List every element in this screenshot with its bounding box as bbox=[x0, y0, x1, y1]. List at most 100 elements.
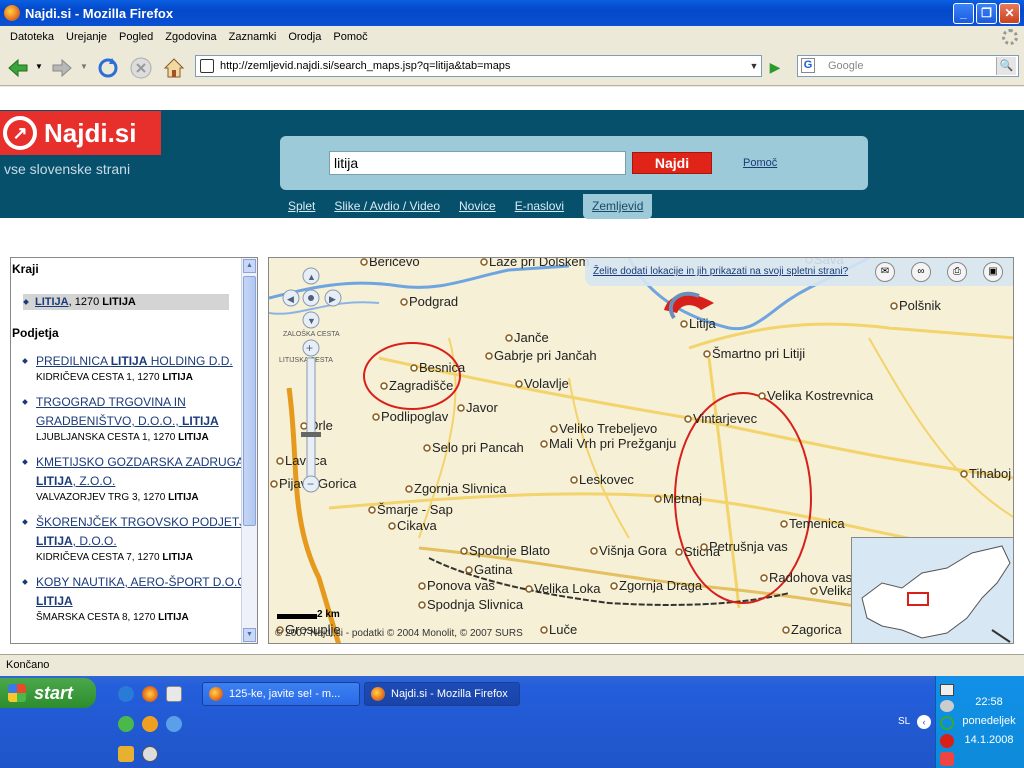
kraj-item[interactable]: LITIJA, 1270 LITIJA bbox=[23, 294, 229, 310]
menu-zgodovina[interactable]: Zgodovina bbox=[159, 31, 222, 43]
tab-splet[interactable]: Splet bbox=[288, 197, 315, 219]
company-item[interactable]: PREDILNICA LITIJA HOLDING D.D. KIDRIČEVA … bbox=[22, 352, 257, 385]
forward-dropdown-icon[interactable]: ▼ bbox=[80, 62, 88, 71]
address-dropdown-icon[interactable]: ▼ bbox=[746, 56, 762, 76]
print-icon[interactable]: ⎙ bbox=[947, 262, 967, 282]
map-place[interactable]: Petrušnja vas bbox=[700, 539, 788, 554]
map-place[interactable]: Velika Kostrevnica bbox=[758, 388, 874, 403]
back-icon[interactable] bbox=[6, 56, 30, 80]
company-name[interactable]: ŠKORENJČEK TRGOVSKO PODJETJE LITIJA, D.O… bbox=[36, 513, 257, 551]
map-place[interactable]: Selo pri Pancah bbox=[423, 440, 524, 455]
home-icon[interactable] bbox=[162, 56, 186, 80]
start-button[interactable]: start bbox=[0, 678, 96, 708]
map-place[interactable]: Volavlje bbox=[515, 376, 569, 391]
menu-pogled[interactable]: Pogled bbox=[113, 31, 159, 43]
company-name[interactable]: PREDILNICA LITIJA HOLDING D.D. bbox=[36, 352, 257, 371]
map-place[interactable]: Cikava bbox=[388, 518, 438, 533]
map-place[interactable]: Leskovec bbox=[570, 472, 634, 487]
map-place[interactable]: Gabrje pri Jančah bbox=[485, 348, 597, 363]
sidebar-scrollbar[interactable]: ▲ ▼ bbox=[241, 258, 257, 643]
overview-map[interactable] bbox=[851, 537, 1013, 643]
tab-novice[interactable]: Novice bbox=[459, 197, 496, 219]
connection-icon[interactable] bbox=[940, 716, 954, 730]
tool-icon[interactable] bbox=[118, 746, 134, 762]
close-button[interactable]: ✕ bbox=[999, 3, 1020, 24]
tray-clock[interactable]: 22:58 ponedeljek 14.1.2008 bbox=[956, 696, 1022, 746]
company-item[interactable]: ŠKORENJČEK TRGOVSKO PODJETJE LITIJA, D.O… bbox=[22, 513, 257, 565]
menu-pomoc[interactable]: Pomoč bbox=[327, 31, 373, 43]
scroll-up-icon[interactable]: ▲ bbox=[243, 259, 256, 273]
scrollbar-thumb[interactable] bbox=[243, 276, 256, 526]
map-place[interactable]: Višnja Gora bbox=[590, 543, 667, 558]
email-icon[interactable]: ✉ bbox=[875, 262, 895, 282]
forward-icon[interactable] bbox=[50, 56, 74, 80]
map-place[interactable]: Temenica bbox=[780, 516, 845, 531]
search-quicklaunch-icon[interactable] bbox=[166, 716, 182, 732]
link-icon[interactable]: ∞ bbox=[911, 262, 931, 282]
settings-quicklaunch-icon[interactable] bbox=[166, 686, 182, 702]
map-place[interactable]: Metnaj bbox=[654, 491, 702, 506]
address-bar[interactable]: http://zemljevid.najdi.si/search_maps.js… bbox=[195, 55, 762, 77]
media-player-icon[interactable] bbox=[142, 716, 158, 732]
tab-slike[interactable]: Slike / Avdio / Video bbox=[334, 197, 440, 219]
security-icon[interactable] bbox=[940, 734, 954, 748]
help-link[interactable]: Pomoč bbox=[743, 157, 777, 169]
menu-datoteka[interactable]: Datoteka bbox=[4, 31, 60, 43]
map-place[interactable]: Šmarje - Sap bbox=[368, 502, 453, 517]
menu-orodja[interactable]: Orodja bbox=[282, 31, 327, 43]
menu-urejanje[interactable]: Urejanje bbox=[60, 31, 113, 43]
search-icon[interactable]: 🔍 bbox=[996, 57, 1016, 75]
map-place[interactable]: Gatina bbox=[465, 562, 513, 577]
map-place[interactable]: Veliko Trebeljevo bbox=[550, 421, 657, 436]
network-icon[interactable] bbox=[940, 684, 954, 696]
tab-zemljevid[interactable]: Zemljevid bbox=[583, 194, 653, 219]
language-indicator[interactable]: SL bbox=[898, 716, 910, 727]
map-place[interactable]: Podlipoglav bbox=[372, 409, 449, 424]
company-name[interactable]: KOBY NAUTIKA, AERO-ŠPORT D.O.O., LITIJA bbox=[36, 573, 257, 611]
company-name[interactable]: TRGOGRAD TRGOVINA IN GRADBENIŠTVO, D.O.O… bbox=[36, 393, 257, 431]
minimize-button[interactable]: _ bbox=[953, 3, 974, 24]
search-input[interactable]: litija bbox=[329, 151, 626, 175]
map-place[interactable]: Zagradišče bbox=[380, 378, 453, 393]
go-icon[interactable]: ▶ bbox=[765, 57, 785, 77]
speaker-icon[interactable] bbox=[940, 700, 954, 712]
taskbar-item-forum[interactable]: 125-ke, javite se! - m... bbox=[202, 682, 360, 706]
map-place[interactable]: Zagorica bbox=[782, 622, 842, 637]
zoom-slider[interactable] bbox=[306, 357, 316, 479]
google-search-field[interactable]: G Google 🔍 bbox=[797, 55, 1019, 77]
add-locations-link[interactable]: Želite dodati lokacije in jih prikazati … bbox=[593, 266, 848, 277]
map-place[interactable]: Zgornja Draga bbox=[610, 578, 703, 593]
map-place[interactable]: Šmartno pri Litiji bbox=[703, 346, 805, 361]
map-place[interactable]: Laze pri Dolskem bbox=[480, 258, 589, 269]
tab-e-naslovi[interactable]: E-naslovi bbox=[515, 197, 564, 219]
map-place[interactable]: Ponova vas bbox=[418, 578, 495, 593]
scroll-down-icon[interactable]: ▼ bbox=[243, 628, 256, 642]
map-place[interactable]: Vintarjevec bbox=[684, 411, 758, 426]
map-place[interactable]: Velika Loka bbox=[525, 581, 601, 596]
messenger-icon[interactable] bbox=[118, 716, 134, 732]
site-logo[interactable]: ↗ Najdi.si bbox=[0, 111, 161, 155]
company-name[interactable]: KMETIJSKO GOZDARSKA ZADRUGA LITIJA, Z.O.… bbox=[36, 453, 257, 491]
zoom-slider-thumb[interactable] bbox=[301, 432, 321, 437]
stop-icon[interactable] bbox=[129, 56, 153, 80]
map-place[interactable]: Zgornja Slivnica bbox=[405, 481, 507, 496]
map-place[interactable]: Polšnik bbox=[890, 298, 941, 313]
company-item[interactable]: KOBY NAUTIKA, AERO-ŠPORT D.O.O., LITIJA Š… bbox=[22, 573, 257, 625]
pan-control[interactable]: ▲ ◀ ▶ ▼ bbox=[282, 267, 342, 329]
menu-zaznamki[interactable]: Zaznamki bbox=[223, 31, 283, 43]
google-engine-icon[interactable]: G bbox=[801, 58, 815, 73]
fullscreen-icon[interactable]: ▣ bbox=[983, 262, 1003, 282]
reload-icon[interactable] bbox=[96, 56, 120, 80]
taskbar-item-najdi[interactable]: Najdi.si - Mozilla Firefox bbox=[364, 682, 520, 706]
search-button[interactable]: Najdi bbox=[632, 152, 712, 174]
map-place[interactable]: Tihaboj bbox=[960, 466, 1011, 481]
kraj-name[interactable]: LITIJA bbox=[35, 296, 69, 308]
map-zoom-control[interactable]: ▲ ◀ ▶ ▼ + − bbox=[281, 266, 345, 496]
cd-icon[interactable] bbox=[142, 746, 158, 762]
ie-icon[interactable] bbox=[118, 686, 134, 702]
map-place[interactable]: Besnica bbox=[410, 360, 466, 375]
map-place[interactable]: Spodnja Slivnica bbox=[418, 597, 524, 612]
firefox-quicklaunch-icon[interactable] bbox=[142, 686, 158, 702]
map-place[interactable]: Beričevo bbox=[360, 258, 420, 269]
map-view[interactable]: BeričevoLaze pri DolskemSavaPodgradLitij… bbox=[268, 257, 1014, 644]
